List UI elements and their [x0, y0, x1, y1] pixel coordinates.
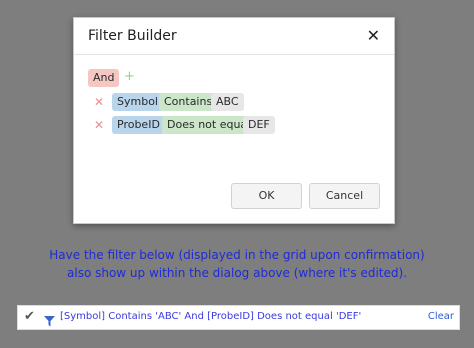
- filter-funnel-icon[interactable]: [44, 312, 55, 331]
- dialog-title: Filter Builder: [88, 28, 177, 44]
- ok-button[interactable]: OK: [231, 183, 302, 209]
- condition-2-field[interactable]: ProbeID: [112, 116, 165, 134]
- close-icon[interactable]: ✕: [367, 27, 380, 45]
- cancel-button[interactable]: Cancel: [309, 183, 380, 209]
- remove-condition-2-icon[interactable]: ✕: [94, 119, 104, 131]
- condition-2-operator[interactable]: Does not equal: [162, 116, 256, 134]
- grid-filter-bar: ✔ [Symbol] Contains 'ABC' And [ProbeID] …: [17, 305, 460, 330]
- add-condition-icon[interactable]: +: [124, 70, 135, 84]
- check-icon[interactable]: ✔: [24, 309, 35, 324]
- instruction-line-2: also show up within the dialog above (wh…: [67, 266, 407, 280]
- condition-1-field[interactable]: Symbol: [112, 93, 163, 111]
- dialog-header-divider: [74, 54, 394, 55]
- condition-1-value[interactable]: ABC: [211, 93, 244, 111]
- instruction-note: Have the filter below (displayed in the …: [0, 246, 474, 282]
- condition-2-value[interactable]: DEF: [243, 116, 275, 134]
- condition-1-operator[interactable]: Contains: [159, 93, 218, 111]
- filter-builder-dialog: Filter Builder ✕ And + ✕ Symbol Contains…: [73, 17, 395, 224]
- filter-expression[interactable]: [Symbol] Contains 'ABC' And [ProbeID] Do…: [60, 311, 361, 322]
- group-operator-tag[interactable]: And: [88, 69, 120, 87]
- instruction-line-1: Have the filter below (displayed in the …: [49, 248, 425, 262]
- remove-condition-1-icon[interactable]: ✕: [94, 96, 104, 108]
- clear-filter-link[interactable]: Clear: [428, 311, 454, 322]
